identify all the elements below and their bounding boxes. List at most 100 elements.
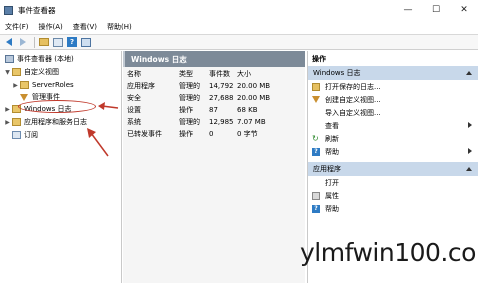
tree-item-custom-views[interactable]: ▼ 自定义视图 (4, 67, 59, 77)
action-label: 刷新 (325, 134, 339, 143)
expand-down-icon[interactable]: ▼ (4, 69, 11, 76)
tree-item-root[interactable]: 事件查看器 (本地) (4, 54, 74, 64)
column-event-count[interactable]: 事件数 (209, 69, 237, 79)
actions-section-application[interactable]: 应用程序 (308, 162, 478, 176)
action-create-custom-view[interactable]: 创建自定义视图... (308, 93, 478, 106)
folder-icon (39, 38, 49, 46)
action-label: 打开 (325, 178, 339, 187)
open-folder-icon (312, 82, 320, 91)
import-icon (312, 109, 320, 117)
tree-label-root: 事件查看器 (本地) (17, 55, 74, 63)
watermark: ylmfwin100.com (300, 238, 478, 267)
action-import-custom-view[interactable]: 导入自定义视图... (308, 106, 478, 119)
back-button[interactable] (3, 36, 15, 48)
menu-help[interactable]: 帮助(H) (102, 22, 137, 32)
subscription-icon (12, 131, 21, 139)
menu-action[interactable]: 操作(A) (34, 22, 68, 32)
cell-size: 20.00 MB (237, 82, 271, 90)
section-label: 应用程序 (313, 165, 341, 173)
help-icon: ? (312, 204, 320, 213)
computer-icon (5, 55, 14, 63)
expand-right-icon[interactable]: ▶ (4, 106, 11, 113)
folder-icon (20, 81, 29, 89)
cell-name: 已转发事件 (127, 130, 162, 138)
menu-view[interactable]: 查看(V) (68, 22, 102, 32)
action-help[interactable]: ? 帮助 (308, 145, 478, 158)
cell-type: 管理的 (179, 94, 200, 102)
menu-bar: 文件(F) 操作(A) 查看(V) 帮助(H) (0, 20, 478, 34)
column-name[interactable]: 名称 (125, 69, 179, 79)
column-type[interactable]: 类型 (179, 69, 209, 79)
forward-button[interactable] (17, 36, 29, 48)
action-label: 属性 (325, 191, 339, 200)
help-toolbar-button[interactable]: ? (66, 36, 78, 48)
event-viewer-app-icon (4, 5, 13, 15)
actions-section-windows-logs[interactable]: Windows 日志 (308, 66, 478, 80)
cell-type: 管理的 (179, 118, 200, 126)
cell-size: 0 字节 (237, 130, 258, 138)
table-row[interactable]: 设置 操作 87 68 KB (125, 104, 305, 116)
action-label: 创建自定义视图... (325, 95, 381, 104)
action-view[interactable]: 查看 (308, 119, 478, 132)
menu-file[interactable]: 文件(F) (0, 22, 34, 32)
cell-name: 应用程序 (127, 82, 155, 90)
table-row[interactable]: 安全 管理的 27,688 20.00 MB (125, 92, 305, 104)
cell-type: 操作 (179, 130, 193, 138)
table-row[interactable]: 应用程序 管理的 14,792 20.00 MB (125, 80, 305, 92)
annotation-arrow (87, 128, 109, 157)
window-title: 事件查看器 (18, 5, 56, 15)
filter-icon (20, 93, 28, 101)
console-tree-icon (53, 37, 63, 47)
view-icon (312, 122, 320, 130)
show-hide-tree-button[interactable] (52, 36, 64, 48)
cell-size: 7.07 MB (237, 118, 266, 126)
toolbar-separator (34, 36, 35, 48)
table-row[interactable]: 系统 管理的 12,985 7.07 MB (125, 116, 305, 128)
tree-label-custom-views: 自定义视图 (24, 68, 59, 76)
collapse-icon[interactable] (466, 71, 472, 75)
filter-icon (312, 96, 320, 103)
help-icon: ? (67, 37, 77, 47)
tree-label-app-service-logs: 应用程序和服务日志 (24, 118, 87, 126)
action-properties[interactable]: 属性 (308, 189, 478, 202)
section-label: Windows 日志 (313, 69, 361, 77)
action-open[interactable]: 打开 (308, 176, 478, 189)
cell-count: 87 (209, 106, 218, 114)
column-size[interactable]: 大小 (237, 69, 277, 79)
action-open-saved-log[interactable]: 打开保存的日志... (308, 80, 478, 93)
forward-arrow-icon (20, 38, 26, 46)
cell-name: 安全 (127, 94, 141, 102)
open-icon (312, 179, 320, 187)
submenu-arrow-icon (468, 148, 472, 154)
properties-icon (312, 191, 320, 200)
table-header: 名称 类型 事件数 大小 (125, 67, 305, 80)
cell-type: 操作 (179, 106, 193, 114)
action-label: 打开保存的日志... (325, 82, 381, 91)
action-refresh[interactable]: ↻ 刷新 (308, 132, 478, 145)
close-button[interactable]: ✕ (450, 0, 478, 20)
collapse-icon[interactable] (466, 167, 472, 171)
cell-name: 设置 (127, 106, 141, 114)
tree-item-server-roles[interactable]: ▶ ServerRoles (12, 80, 74, 90)
action-help-application[interactable]: ? 帮助 (308, 202, 478, 215)
cell-count: 0 (209, 130, 214, 138)
annotation-arrow (98, 102, 119, 110)
action-label: 导入自定义视图... (325, 108, 381, 117)
expand-right-icon[interactable]: ▶ (12, 82, 19, 89)
cell-type: 管理的 (179, 82, 200, 90)
maximize-button[interactable]: ☐ (422, 0, 450, 20)
refresh-icon: ↻ (312, 134, 319, 143)
tree-item-app-service-logs[interactable]: ▶ 应用程序和服务日志 (4, 117, 87, 127)
table-row[interactable]: 已转发事件 操作 0 0 字节 (125, 128, 305, 140)
console-tree: 事件查看器 (本地) ▼ 自定义视图 ▶ ServerRoles 管理事件 ▶ … (0, 51, 122, 283)
action-pane-button[interactable] (80, 36, 92, 48)
tree-label-server-roles: ServerRoles (32, 81, 74, 89)
cell-count: 27,688 (209, 94, 234, 102)
folder-icon (12, 68, 21, 76)
minimize-button[interactable]: — (394, 0, 422, 20)
cell-size: 20.00 MB (237, 94, 271, 102)
up-folder-button[interactable] (38, 36, 50, 48)
expand-right-icon[interactable]: ▶ (4, 119, 11, 126)
toolbar: ? (0, 34, 478, 50)
tree-item-subscriptions[interactable]: 订阅 (11, 130, 38, 140)
